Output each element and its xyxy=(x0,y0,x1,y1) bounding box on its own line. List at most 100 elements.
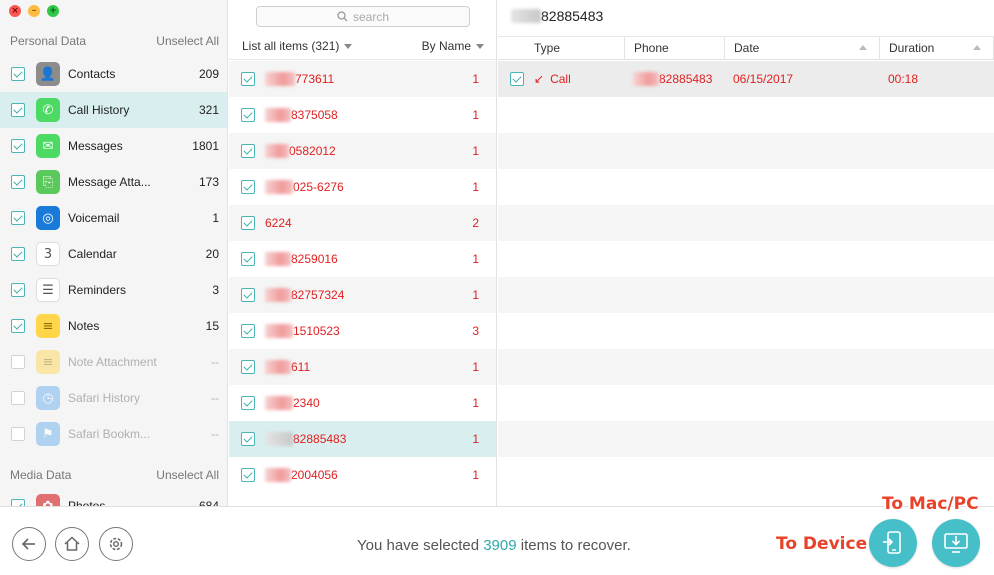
sidebar-item-count: 3 xyxy=(212,283,219,297)
sidebar-item-message-atta[interactable]: ⎘ Message Atta... 173 xyxy=(0,164,227,200)
call-count: 1 xyxy=(472,288,479,302)
checkbox[interactable] xyxy=(510,72,524,86)
checkbox[interactable] xyxy=(241,72,255,86)
checkbox[interactable] xyxy=(11,283,25,297)
sidebar-item-call-history[interactable]: ✆ Call History 321 xyxy=(0,92,227,128)
back-button[interactable] xyxy=(12,527,46,561)
sidebar-item-safari-history[interactable]: ◷ Safari History -- xyxy=(0,380,227,416)
sidebar-item-notes[interactable]: ≡ Notes 15 xyxy=(0,308,227,344)
redacted-mark xyxy=(265,288,291,303)
sidebar-item-label: Messages xyxy=(68,139,123,153)
list-item[interactable]: 0582012 1 xyxy=(229,133,496,169)
sidebar-item-count: 15 xyxy=(205,319,219,333)
to-device-icon xyxy=(883,531,901,554)
checkbox[interactable] xyxy=(241,396,255,410)
checkbox[interactable] xyxy=(241,144,255,158)
list-item[interactable]: 611 1 xyxy=(229,349,496,385)
sidebar-item-contacts[interactable]: 👤 Contacts 209 xyxy=(0,56,227,92)
bottom-bar: You have selected 3909 items to recover.… xyxy=(0,494,994,575)
checkbox[interactable] xyxy=(11,67,25,81)
phone-number: 82885483 xyxy=(265,432,472,447)
list-item[interactable]: 2340 1 xyxy=(229,385,496,421)
checkbox[interactable] xyxy=(241,432,255,446)
checkbox[interactable] xyxy=(11,499,25,506)
checkbox[interactable] xyxy=(241,252,255,266)
list-item[interactable]: 82885483 1 xyxy=(229,421,496,457)
call-list: 773611 1 8375058 1 0582012 1 025-6276 1 6224 2 825… xyxy=(229,61,496,493)
list-item[interactable]: 82757324 1 xyxy=(229,277,496,313)
close-window-icon[interactable]: × xyxy=(9,5,21,17)
to-computer-button[interactable] xyxy=(932,519,980,567)
redacted-mark xyxy=(265,144,289,159)
checkbox[interactable] xyxy=(11,247,25,261)
sidebar-item-count: -- xyxy=(211,427,219,441)
minimize-window-icon[interactable]: – xyxy=(28,5,40,17)
table-row[interactable]: ↙ Call 82885483 06/15/2017 00:18 xyxy=(498,61,994,97)
redacted-mark xyxy=(265,432,293,447)
checkbox[interactable] xyxy=(241,108,255,122)
notes-icon: ≡ xyxy=(36,314,60,338)
checkbox[interactable] xyxy=(11,211,25,225)
redacted-mark xyxy=(265,108,291,123)
table-row-empty xyxy=(498,241,994,277)
column-header-duration[interactable]: Duration xyxy=(880,37,994,59)
sidebar-item-count: -- xyxy=(211,355,219,369)
table-row-empty xyxy=(498,169,994,205)
sidebar-item-photos[interactable]: ✿ Photos 684 xyxy=(0,488,227,506)
to-mac-pc-label: To Mac/PC xyxy=(882,494,979,514)
media-data-list: ✿ Photos 684 xyxy=(0,488,227,506)
redacted-mark xyxy=(265,324,293,339)
maximize-window-icon[interactable]: + xyxy=(47,5,59,17)
list-item[interactable]: 025-6276 1 xyxy=(229,169,496,205)
settings-button[interactable] xyxy=(99,527,133,561)
sidebar-item-voicemail[interactable]: ◎ Voicemail 1 xyxy=(0,200,227,236)
redacted-mark xyxy=(265,180,293,195)
sort-dropdown[interactable]: By Name xyxy=(422,39,484,53)
personal-unselect-all-link[interactable]: Unselect All xyxy=(156,34,219,48)
column-header-phone[interactable]: Phone xyxy=(625,37,725,59)
checkbox[interactable] xyxy=(11,139,25,153)
checkbox[interactable] xyxy=(241,468,255,482)
detail-panel: 82885483 Type Phone Date Duration ↙ Call 8288… xyxy=(498,0,994,506)
home-button[interactable] xyxy=(55,527,89,561)
safari-history-icon: ◷ xyxy=(36,386,60,410)
gear-icon xyxy=(109,537,123,551)
checkbox[interactable] xyxy=(241,288,255,302)
list-item[interactable]: 2004056 1 xyxy=(229,457,496,493)
list-filter-dropdown[interactable]: List all items (321) xyxy=(242,39,353,53)
sidebar-item-reminders[interactable]: ☰ Reminders 3 xyxy=(0,272,227,308)
checkbox[interactable] xyxy=(11,427,25,441)
media-unselect-all-link[interactable]: Unselect All xyxy=(156,468,219,482)
to-device-button[interactable] xyxy=(869,519,917,567)
checkbox[interactable] xyxy=(241,216,255,230)
phone-number: 82757324 xyxy=(265,288,472,303)
sidebar-item-safari-bookm[interactable]: ⚑ Safari Bookm... -- xyxy=(0,416,227,452)
list-item[interactable]: 6224 2 xyxy=(229,205,496,241)
checkbox[interactable] xyxy=(11,175,25,189)
search-input[interactable]: search xyxy=(256,6,470,27)
column-header-date[interactable]: Date xyxy=(725,37,880,59)
checkbox[interactable] xyxy=(241,324,255,338)
sidebar-item-count: 209 xyxy=(198,67,219,81)
sidebar-item-note-attachment[interactable]: ≡ Note Attachment -- xyxy=(0,344,227,380)
sidebar-item-messages[interactable]: ✉ Messages 1801 xyxy=(0,128,227,164)
media-data-header: Media Data Unselect All xyxy=(0,465,227,485)
checkbox[interactable] xyxy=(241,180,255,194)
to-computer-icon xyxy=(944,533,968,553)
list-item[interactable]: 8259016 1 xyxy=(229,241,496,277)
list-item[interactable]: 1510523 3 xyxy=(229,313,496,349)
table-row-empty xyxy=(498,133,994,169)
checkbox[interactable] xyxy=(241,360,255,374)
checkbox[interactable] xyxy=(11,319,25,333)
list-item[interactable]: 8375058 1 xyxy=(229,97,496,133)
column-header-type[interactable]: Type xyxy=(498,37,625,59)
call-count: 1 xyxy=(472,468,479,482)
list-item[interactable]: 773611 1 xyxy=(229,61,496,97)
checkbox[interactable] xyxy=(11,103,25,117)
checkbox[interactable] xyxy=(11,355,25,369)
checkbox[interactable] xyxy=(11,391,25,405)
sidebar-item-calendar[interactable]: 3 Calendar 20 xyxy=(0,236,227,272)
phone-number: 611 xyxy=(265,360,472,375)
call-count: 1 xyxy=(472,396,479,410)
contact-list-panel: search List all items (321) By Name 7736… xyxy=(229,0,497,506)
